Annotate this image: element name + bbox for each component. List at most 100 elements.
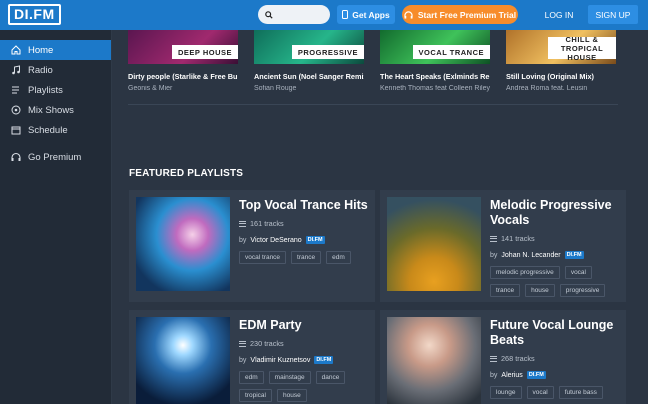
playlist-author[interactable]: Vladimir Kuznetsov <box>250 357 310 364</box>
tag[interactable]: house <box>525 284 555 297</box>
playlist-cover <box>387 317 481 404</box>
divider <box>128 104 618 105</box>
playlist-title[interactable]: EDM Party <box>239 318 371 333</box>
channel-art: CHILL & TROPICAL HOUSE <box>506 30 616 64</box>
tag[interactable]: edm <box>326 251 351 264</box>
channel-artist: Kenneth Thomas feat Colleen Riley <box>380 85 490 92</box>
home-icon <box>10 44 22 56</box>
channel-genre-label: CHILL & TROPICAL HOUSE <box>548 35 616 62</box>
sidebar-item-playlists[interactable]: Playlists <box>0 80 111 100</box>
playlist-card[interactable]: EDM Party 230 tracks by Vladimir Kuznetso… <box>129 310 375 404</box>
get-apps-button[interactable]: Get Apps <box>337 5 395 24</box>
track-count: 268 tracks <box>501 354 535 363</box>
signup-button[interactable]: SIGN UP <box>588 5 638 24</box>
mix-shows-icon <box>10 104 22 116</box>
by-prefix: by <box>239 356 247 364</box>
search-box[interactable] <box>258 5 330 24</box>
tag[interactable]: progressive <box>559 284 606 297</box>
sidebar-item-label: Schedule <box>28 124 68 136</box>
track-count: 161 tracks <box>250 219 284 228</box>
tag[interactable]: mainstage <box>268 371 311 384</box>
playlist-title[interactable]: Melodic Progressive Vocals <box>490 198 622 228</box>
sidebar-item-home[interactable]: Home <box>0 40 111 60</box>
by-prefix: by <box>239 236 247 244</box>
tag[interactable]: lounge <box>490 386 522 399</box>
playlist-card[interactable]: Future Vocal Lounge Beats 268 tracks by A… <box>380 310 626 404</box>
logo[interactable]: DI.FM <box>8 4 61 25</box>
tag[interactable]: trance <box>291 251 322 264</box>
playlist-icon <box>10 84 22 96</box>
channel-row: DEEP HOUSE Dirty people (Starlike & Free… <box>128 30 618 100</box>
channel-art: DEEP HOUSE <box>128 30 238 64</box>
playlist-author[interactable]: Johan N. Lecander <box>501 252 560 259</box>
list-icon <box>490 355 497 362</box>
playlist-author[interactable]: Victor DeSerano <box>250 237 301 244</box>
difm-badge: DI.FM <box>314 356 334 364</box>
track-count: 141 tracks <box>501 234 535 243</box>
tag[interactable]: dance <box>315 371 346 384</box>
playlist-title[interactable]: Top Vocal Trance Hits <box>239 198 371 213</box>
premium-trial-label: Start Free Premium Trial <box>417 9 517 20</box>
tag-list: melodic progressive vocal trance house p… <box>490 266 622 297</box>
channel-track: Ancient Sun (Noel Sanger Remix) <box>254 72 364 81</box>
tag[interactable]: future bass <box>558 386 603 399</box>
channel-genre-label: PROGRESSIVE <box>291 45 364 59</box>
by-prefix: by <box>490 251 498 259</box>
tag[interactable]: tropical <box>239 389 272 402</box>
playlist-author[interactable]: Alerius <box>501 372 522 379</box>
playlist-title[interactable]: Future Vocal Lounge Beats <box>490 318 622 348</box>
channel-card-vocal-trance[interactable]: VOCAL TRANCE The Heart Speaks (Exlminds … <box>380 30 490 92</box>
channel-artist: Geonis & Mier <box>128 85 173 92</box>
get-apps-label: Get Apps <box>352 9 390 20</box>
channel-artist: Sofian Rouge <box>254 85 297 92</box>
music-note-icon <box>10 64 22 76</box>
sidebar-item-label: Go Premium <box>28 151 82 163</box>
sidebar-item-label: Radio <box>28 64 53 76</box>
main-content: DEEP HOUSE Dirty people (Starlike & Free… <box>112 30 648 404</box>
tag[interactable]: vocal trance <box>239 251 287 264</box>
tag[interactable]: trance <box>490 284 521 297</box>
sidebar-item-go-premium[interactable]: Go Premium <box>0 147 111 167</box>
channel-card-chill-tropical-house[interactable]: CHILL & TROPICAL HOUSE Still Loving (Ori… <box>506 30 616 92</box>
list-icon <box>239 340 246 347</box>
sidebar: Home Radio Playlists Mix Shows Schedule … <box>0 30 112 404</box>
tag[interactable]: house <box>276 389 307 402</box>
playlist-cover <box>136 317 230 404</box>
tag[interactable]: vocal <box>526 386 554 399</box>
channel-track: Dirty people (Starlike & Free Bu... <box>128 72 238 81</box>
top-bar: DI.FM Get Apps Start Free Premium Trial … <box>0 0 648 30</box>
search-icon <box>265 10 273 19</box>
playlist-card[interactable]: Top Vocal Trance Hits 161 tracks by Victo… <box>129 190 375 302</box>
tag-list: vocal trance trance edm <box>239 251 371 264</box>
phone-icon <box>342 10 349 19</box>
playlist-cover <box>136 197 230 291</box>
channel-card-progressive[interactable]: PROGRESSIVE Ancient Sun (Noel Sanger Rem… <box>254 30 364 92</box>
playlist-card[interactable]: Melodic Progressive Vocals 141 tracks by… <box>380 190 626 302</box>
sidebar-item-radio[interactable]: Radio <box>0 60 111 80</box>
sidebar-item-label: Playlists <box>28 84 63 96</box>
search-input[interactable] <box>277 9 325 20</box>
tag[interactable]: vocal <box>564 266 592 279</box>
channel-card-deep-house[interactable]: DEEP HOUSE Dirty people (Starlike & Free… <box>128 30 238 92</box>
difm-badge: DI.FM <box>305 236 325 244</box>
difm-badge: DI.FM <box>526 371 546 379</box>
section-title: FEATURED PLAYLISTS <box>129 168 244 179</box>
tag-list: edm mainstage dance tropical house <box>239 371 371 402</box>
track-count: 230 tracks <box>250 339 284 348</box>
sidebar-item-mix-shows[interactable]: Mix Shows <box>0 100 111 120</box>
list-icon <box>239 220 246 227</box>
sidebar-item-schedule[interactable]: Schedule <box>0 120 111 140</box>
by-prefix: by <box>490 371 498 379</box>
channel-genre-label: DEEP HOUSE <box>171 45 238 59</box>
sidebar-item-label: Home <box>28 44 54 56</box>
tag[interactable]: melodic progressive <box>490 266 560 279</box>
list-icon <box>490 235 497 242</box>
sidebar-item-label: Mix Shows <box>28 104 74 116</box>
playlist-cover <box>387 197 481 291</box>
channel-art: VOCAL TRANCE <box>380 30 490 64</box>
calendar-icon <box>10 124 22 136</box>
headphones-icon <box>404 10 413 19</box>
login-button[interactable]: LOG IN <box>538 5 580 24</box>
tag[interactable]: edm <box>239 371 264 384</box>
premium-trial-button[interactable]: Start Free Premium Trial <box>402 5 518 24</box>
